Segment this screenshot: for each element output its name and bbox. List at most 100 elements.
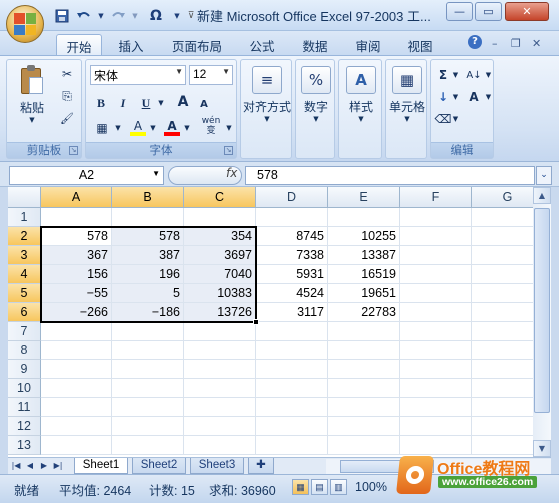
first-sheet-icon[interactable]: |◀ xyxy=(10,459,22,473)
cell-b12[interactable] xyxy=(112,417,184,436)
clipboard-launcher-icon[interactable]: ↘ xyxy=(69,146,78,155)
cell-b13[interactable] xyxy=(112,436,184,455)
cell-g9[interactable] xyxy=(472,360,533,379)
cell-c8[interactable] xyxy=(184,341,256,360)
cell-e5[interactable]: 19651 xyxy=(328,284,400,303)
cell-b1[interactable] xyxy=(112,208,184,227)
cell-b5[interactable]: 5 xyxy=(112,284,184,303)
column-header-a[interactable]: A xyxy=(41,187,112,208)
bold-button[interactable]: B xyxy=(92,93,110,113)
cell-e10[interactable] xyxy=(328,379,400,398)
undo-dropdown-icon[interactable]: ▼ xyxy=(96,6,106,25)
zoom-level[interactable]: 100% xyxy=(355,480,387,494)
cell-e3[interactable]: 13387 xyxy=(328,246,400,265)
cell-c6[interactable]: 13726 xyxy=(184,303,256,322)
cell-f2[interactable] xyxy=(400,227,472,246)
underline-button[interactable]: U xyxy=(136,93,156,113)
cell-e2[interactable]: 10255 xyxy=(328,227,400,246)
last-sheet-icon[interactable]: ▶| xyxy=(52,459,64,473)
cell-a2[interactable]: 578 xyxy=(41,227,112,246)
cell-c4[interactable]: 7040 xyxy=(184,265,256,284)
fill-icon[interactable]: ↓ xyxy=(435,87,451,107)
cell-g2[interactable] xyxy=(472,227,533,246)
sheet-tab-2[interactable]: Sheet2 xyxy=(132,458,186,474)
formula-input[interactable]: 578 xyxy=(245,166,535,185)
cell-g10[interactable] xyxy=(472,379,533,398)
cell-e8[interactable] xyxy=(328,341,400,360)
cell-d13[interactable] xyxy=(256,436,328,455)
cell-f11[interactable] xyxy=(400,398,472,417)
alignment-button[interactable]: ≡ 对齐方式 ▼ xyxy=(241,66,293,123)
cell-g4[interactable] xyxy=(472,265,533,284)
tab-formulas[interactable]: 公式 xyxy=(244,34,280,55)
row-header-1[interactable]: 1 xyxy=(8,208,41,227)
cell-g5[interactable] xyxy=(472,284,533,303)
cell-a6[interactable]: −266 xyxy=(41,303,112,322)
autosum-icon[interactable]: Σ xyxy=(435,65,451,85)
cell-d10[interactable] xyxy=(256,379,328,398)
cell-b6[interactable]: −186 xyxy=(112,303,184,322)
border-dropdown-icon[interactable]: ▼ xyxy=(113,118,123,138)
row-header-13[interactable]: 13 xyxy=(8,436,41,455)
cell-f1[interactable] xyxy=(400,208,472,227)
cell-c13[interactable] xyxy=(184,436,256,455)
ribbon-close-icon[interactable]: ✕ xyxy=(532,37,541,50)
cell-f4[interactable] xyxy=(400,265,472,284)
ribbon-restore-icon[interactable]: ❐ xyxy=(511,37,521,50)
omega-dropdown-icon[interactable]: ▼ xyxy=(172,6,182,25)
scroll-up-icon[interactable]: ▲ xyxy=(533,187,551,204)
tab-page-layout[interactable]: 页面布局 xyxy=(165,34,229,55)
save-icon[interactable] xyxy=(52,6,72,25)
font-launcher-icon[interactable]: ↘ xyxy=(224,146,233,155)
font-name-combo[interactable]: 宋体 ▼ xyxy=(90,65,186,85)
cell-g3[interactable] xyxy=(472,246,533,265)
expand-formula-icon[interactable]: ⌄ xyxy=(536,166,552,185)
cell-d11[interactable] xyxy=(256,398,328,417)
cell-d9[interactable] xyxy=(256,360,328,379)
cell-c2[interactable]: 354 xyxy=(184,227,256,246)
cell-f6[interactable] xyxy=(400,303,472,322)
cell-a8[interactable] xyxy=(41,341,112,360)
prev-sheet-icon[interactable]: ◀ xyxy=(24,459,36,473)
redo-icon[interactable] xyxy=(108,6,128,25)
tab-insert[interactable]: 插入 xyxy=(111,34,151,55)
row-header-5[interactable]: 5 xyxy=(8,284,41,303)
fill-color-button[interactable]: A xyxy=(128,118,148,138)
cell-g8[interactable] xyxy=(472,341,533,360)
row-header-6[interactable]: 6 xyxy=(8,303,41,322)
column-header-b[interactable]: B xyxy=(112,187,184,208)
copy-icon[interactable]: ⎘ xyxy=(57,86,77,106)
cell-b11[interactable] xyxy=(112,398,184,417)
cell-f3[interactable] xyxy=(400,246,472,265)
sheet-tab-1[interactable]: Sheet1 xyxy=(74,458,128,474)
cell-a3[interactable]: 367 xyxy=(41,246,112,265)
fill-dropdown-icon[interactable]: ▼ xyxy=(451,87,460,107)
row-header-4[interactable]: 4 xyxy=(8,265,41,284)
cut-icon[interactable]: ✂ xyxy=(57,64,77,84)
worksheet-grid[interactable]: ABCDEFG 1 2 3 4 5 6 7 8 9 10 11 12 13 578 578 354 8745 1… xyxy=(8,187,533,457)
font-color-dropdown-icon[interactable]: ▼ xyxy=(182,118,192,138)
cell-a10[interactable] xyxy=(41,379,112,398)
cell-d7[interactable] xyxy=(256,322,328,341)
tab-view[interactable]: 视图 xyxy=(402,34,438,55)
italic-button[interactable]: I xyxy=(114,93,132,113)
ribbon-minimize-icon[interactable]: – xyxy=(492,37,498,50)
cell-f9[interactable] xyxy=(400,360,472,379)
cell-e4[interactable]: 16519 xyxy=(328,265,400,284)
row-header-10[interactable]: 10 xyxy=(8,379,41,398)
row-header-9[interactable]: 9 xyxy=(8,360,41,379)
cell-c10[interactable] xyxy=(184,379,256,398)
select-all-corner[interactable] xyxy=(8,187,41,208)
cell-b7[interactable] xyxy=(112,322,184,341)
name-box[interactable]: A2 ▼ xyxy=(9,166,164,185)
cell-a12[interactable] xyxy=(41,417,112,436)
cell-d4[interactable]: 5931 xyxy=(256,265,328,284)
page-break-view-icon[interactable]: ▥ xyxy=(330,479,347,495)
cell-e11[interactable] xyxy=(328,398,400,417)
phonetic-icon[interactable]: wén 变 xyxy=(198,116,224,136)
cell-f12[interactable] xyxy=(400,417,472,436)
office-button[interactable] xyxy=(6,5,44,43)
column-header-d[interactable]: D xyxy=(256,187,328,208)
cell-d8[interactable] xyxy=(256,341,328,360)
cell-b8[interactable] xyxy=(112,341,184,360)
